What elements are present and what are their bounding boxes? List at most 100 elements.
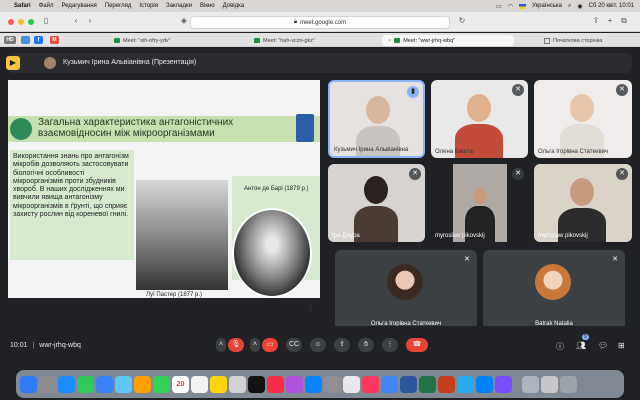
powerpoint-icon[interactable] [438,375,455,393]
raise-hand-button[interactable]: ✋︎ [358,338,374,352]
notes-icon[interactable] [210,375,227,393]
mic-off-icon: ✕ [512,168,524,180]
gmail-icon[interactable]: M [50,36,59,44]
tab-meet-2[interactable]: Meet: "hah-vczn-gkz" [250,35,319,46]
tab-bar: HD f M Meet: "xih-ofry-ydv" Meet: "hah-v… [0,33,640,47]
menu-safari[interactable]: Safari [14,3,31,9]
keyboard-layout[interactable]: Українська [532,3,562,9]
reload-icon[interactable]: ↻ [456,16,468,25]
sidebar-icon[interactable]: ▯ [40,16,52,25]
launchpad-icon[interactable] [39,375,56,393]
battery-icon[interactable]: ▭ [496,3,502,10]
menu-help[interactable]: Довідка [223,3,245,9]
presentation-slide: Загальна характеристика антагоністичних … [8,80,320,313]
present-icon[interactable]: ▶ [6,56,20,70]
share-icon[interactable]: ⇪ [590,16,602,25]
search-icon[interactable]: ⌕ [568,3,571,10]
meet-icon [254,38,260,43]
menu-view[interactable]: Перегляд [105,3,132,9]
messages-icon[interactable] [77,375,94,393]
participant-video [364,176,388,204]
chrome-icon[interactable] [381,375,398,393]
participant-tile[interactable]: ✕ Олена Башта [431,80,528,158]
hd-favorite-icon[interactable]: HD [4,36,16,44]
calendar-icon[interactable]: 20 [172,375,189,393]
participant-tile[interactable]: ✕ myroslaw pikovskij [431,164,528,242]
close-window-button[interactable] [8,19,14,25]
participant-tile[interactable]: ✕ myroslaw pikovskij [534,164,632,242]
safari-icon[interactable] [58,375,75,393]
menu-window[interactable]: Вікно [200,3,215,9]
menu-edit[interactable]: Редагування [61,3,96,9]
present-button[interactable]: ⇪ [334,338,350,352]
clock[interactable]: Сб 20 квіт. 10:01 [589,3,634,9]
tab-label: Meet: "xih-ofry-ydv" [123,37,171,44]
mic-toggle-button[interactable]: 🎙︎ [228,338,244,352]
minimize-window-button[interactable] [18,19,24,25]
tab-start-page[interactable]: Початкова сторінка [540,35,606,46]
preview-icon[interactable] [343,375,360,393]
more-options-button[interactable]: ⋮ [382,338,398,352]
address-bar[interactable]: 🔒︎ meet.google.com [190,16,450,29]
excel-icon[interactable] [419,375,436,393]
participant-tile[interactable]: ✕ Ольга Ігорівна Статкевич [534,80,632,158]
shield-icon[interactable]: ◈ [178,16,190,25]
favorite-icon[interactable] [21,36,30,44]
participant-tile[interactable]: ✕ Ольга Ігорівна Статкевич [335,250,477,330]
bluetooth-icon[interactable] [476,375,493,393]
participant-video [570,94,594,122]
camera-toggle-button[interactable]: ▭ [262,338,278,352]
facebook-icon[interactable]: f [34,36,43,44]
activities-icon[interactable]: ⊞ [618,341,625,350]
slide-body-text: Використання знань про антагонізм мікроб… [10,150,134,260]
participant-tile[interactable]: ✕ Batrak Natalia [483,250,625,330]
system-settings-icon[interactable] [324,375,341,393]
emoji-button[interactable]: ☺ [310,338,326,352]
pages-icon[interactable] [362,375,379,393]
forward-icon[interactable]: › [84,16,96,25]
trash-icon[interactable] [560,375,577,393]
zoom-window-button[interactable] [28,19,34,25]
video-options-icon[interactable]: ˄ [250,338,260,352]
podcasts-icon[interactable] [286,375,303,393]
tab-meet-3[interactable]: × Meet: "wwr-jrhq-wbq" [382,35,514,46]
telegram-icon[interactable] [457,375,474,393]
people-button[interactable]: 👥︎ [576,341,586,350]
close-tab-icon[interactable]: × [388,38,391,44]
chat-icon[interactable]: 💬︎ [598,341,608,350]
menu-file[interactable]: Файл [39,3,54,9]
participant-tile[interactable]: ▮ Кузьмич Ірина Альвіанівна [328,80,425,158]
speaking-indicator-icon: ▮ [407,86,419,98]
maps-icon[interactable] [115,375,132,393]
control-center-icon[interactable]: ◉ [577,3,582,10]
captions-button[interactable]: CC [286,338,302,352]
mail-icon[interactable] [96,375,113,393]
tab-overview-icon[interactable]: ⧉ [618,16,630,26]
app-store-icon[interactable] [305,375,322,393]
audio-options-icon[interactable]: ˄ [216,338,226,352]
apple-tv-icon[interactable] [248,375,265,393]
participant-tile[interactable]: ✕ Іра Джура [328,164,425,242]
music-icon[interactable] [267,375,284,393]
wifi-icon[interactable]: ◠ [508,3,513,10]
finder-icon[interactable] [20,375,37,393]
participant-video [570,178,594,206]
downloads-stack-icon[interactable] [522,375,539,393]
facetime-icon[interactable] [153,375,170,393]
back-icon[interactable]: ‹ [70,16,82,25]
meet-icon [114,38,120,43]
photos-icon[interactable] [134,375,151,393]
menu-bookmarks[interactable]: Закладки [166,3,192,9]
meeting-code[interactable]: wwr-jrhq-wbq [39,342,81,349]
word-icon[interactable] [400,375,417,393]
screenshot-icon[interactable] [541,375,558,393]
new-tab-icon[interactable]: + [604,16,616,25]
status-area: ▭ ◠ Українська ⌕ ◉ Сб 20 квіт. 10:01 [496,3,640,10]
menu-history[interactable]: Історія [139,3,158,9]
freeform-icon[interactable] [229,375,246,393]
info-icon[interactable]: ⓘ [556,341,564,352]
reminders-icon[interactable] [191,375,208,393]
tab-meet-1[interactable]: Meet: "xih-ofry-ydv" [110,35,175,46]
viber-icon[interactable] [495,375,512,393]
leave-call-button[interactable]: ☎ [406,338,428,352]
